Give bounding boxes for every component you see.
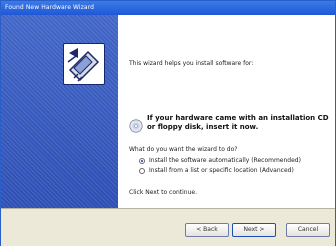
title-bar: Found New Hardware Wizard xyxy=(1,1,335,15)
cd-icon xyxy=(129,118,143,133)
radio-install-automatically[interactable] xyxy=(139,158,145,164)
cancel-button[interactable]: Cancel xyxy=(286,223,330,237)
wizard-content: This wizard helps you install software f… xyxy=(118,15,336,208)
hardware-wizard-icon xyxy=(63,43,105,85)
back-button[interactable]: < Back xyxy=(185,223,229,237)
option-label-advanced[interactable]: Install from a list or specific location… xyxy=(149,167,294,174)
wizard-window: Found New Hardware Wizard This wizard he… xyxy=(0,0,336,246)
intro-text: This wizard helps you install software f… xyxy=(129,60,254,67)
option-label-automatic[interactable]: Install the software automatically (Reco… xyxy=(149,157,301,164)
question-text: What do you want the wizard to do? xyxy=(129,146,238,153)
continue-text: Click Next to continue. xyxy=(129,189,198,196)
next-button[interactable]: Next > xyxy=(232,223,276,237)
insert-media-line1: If your hardware came with an installati… xyxy=(147,114,329,122)
insert-media-line2: or floppy disk, insert it now. xyxy=(147,123,259,131)
wizard-sidebar xyxy=(1,15,118,208)
button-bar: < Back Next > Cancel xyxy=(1,208,335,246)
radio-install-from-location[interactable] xyxy=(139,168,145,174)
